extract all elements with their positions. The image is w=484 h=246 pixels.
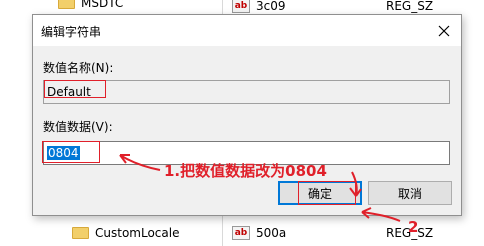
- cancel-button-label: 取消: [397, 186, 422, 201]
- value-row[interactable]: ab 500a REG_SZ: [232, 224, 484, 242]
- value-data-text: 0804: [47, 146, 80, 160]
- ok-button[interactable]: 确定: [278, 181, 362, 205]
- dialog-title: 编辑字符串: [41, 25, 102, 39]
- annotation-step1: 1.把数值数据改为0804: [164, 162, 327, 180]
- close-button[interactable]: [427, 15, 461, 46]
- value-name-label: 数值名称(N):: [43, 61, 114, 75]
- annotation-step2: 2: [408, 218, 419, 236]
- tree-item-label: CustomLocale: [95, 226, 180, 240]
- folder-icon: [72, 227, 89, 239]
- close-icon: [438, 25, 450, 36]
- string-value-icon: ab: [232, 226, 250, 240]
- value-name: 3c09: [256, 0, 286, 13]
- value-name: 500a: [256, 226, 287, 240]
- cancel-button[interactable]: 取消: [368, 181, 452, 205]
- value-name-field: Default: [43, 80, 450, 104]
- value-type: REG_SZ: [386, 0, 434, 13]
- dialog-titlebar[interactable]: 编辑字符串: [33, 15, 461, 46]
- tree-item-customlocale[interactable]: CustomLocale: [72, 224, 179, 242]
- folder-icon: [58, 0, 75, 9]
- dialog-body: 数值名称(N): Default 数值数据(V): 0804 确定 取消: [33, 46, 461, 215]
- tree-item-label: MSDTC: [81, 0, 124, 10]
- tree-item-msdtc[interactable]: MSDTC: [58, 0, 123, 12]
- edit-string-dialog: 编辑字符串 数值名称(N): Default 数值数据(V): 0804 确定 …: [32, 14, 462, 216]
- value-row[interactable]: ab 3c09 REG_SZ: [232, 0, 484, 15]
- string-value-icon: ab: [232, 0, 250, 13]
- ok-button-label: 确定: [307, 186, 332, 201]
- value-data-label: 数值数据(V):: [43, 120, 113, 134]
- value-name-text: Default: [47, 85, 91, 99]
